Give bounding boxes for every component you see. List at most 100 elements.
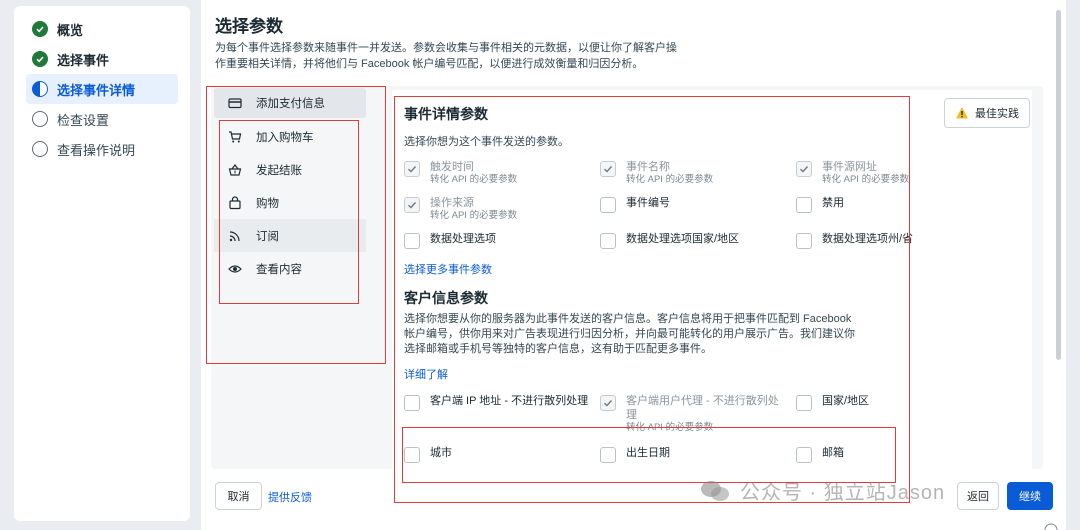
continue-button[interactable]: 继续 [1007,482,1053,510]
checkbox[interactable] [404,447,420,463]
param-event-id[interactable]: 事件编号 [600,196,796,222]
customer-info-description: 选择你想要从你的服务器为此事件发送的客户信息。客户信息将用于把事件匹配到 Fac… [404,313,855,355]
param-label: 国家/地区 [822,395,870,407]
event-label: 发起结账 [256,164,302,177]
watermark: 公众号 · 独立站Jason [700,476,945,505]
param-label: 数据处理选项州/省 [822,233,914,245]
param-birthdate[interactable]: 出生日期 [600,446,796,463]
checkbox[interactable] [600,233,616,249]
param-data-processing-state[interactable]: 数据处理选项州/省 [796,232,992,249]
event-item-purchase[interactable]: 购物 [214,186,366,219]
step-select-events[interactable]: 选择事件 [14,44,190,74]
event-params-row-3: 数据处理选项 数据处理选项国家/地区 数据处理选项州/省 [404,232,992,249]
param-client-ip[interactable]: 客户端 IP 地址 - 不进行散列处理 [404,394,600,434]
param-data-processing-country[interactable]: 数据处理选项国家/地区 [600,232,796,249]
event-details-title: 事件详情参数 [404,106,488,122]
param-required-note: 转化 API 的必要参数 [430,174,518,185]
event-details-description: 选择你想为这个事件发送的参数。 [404,136,569,148]
setup-stepper: 概览 选择事件 选择事件详情 检查设置 查看操作说明 [14,6,190,521]
customer-params-row-2: 城市 出生日期 邮箱 [404,446,992,463]
param-label: 数据处理选项国家/地区 [626,233,740,245]
param-opt-out[interactable]: 禁用 [796,196,992,222]
main-panel: 选择参数 为每个事件选择参数来随事件一并发送。参数会收集与事件相关的元数据，以便… [201,0,1066,530]
basket-icon [228,163,242,177]
cancel-button[interactable]: 取消 [215,482,262,510]
event-item-add-payment-info[interactable]: 添加支付信息 [214,88,366,118]
param-data-processing-options[interactable]: 数据处理选项 [404,232,600,249]
param-label: 客户端 IP 地址 - 不进行散列处理 [430,395,589,407]
checkbox[interactable] [404,233,420,249]
warning-icon [955,106,969,120]
eye-icon [228,262,242,276]
page-title: 选择参数 [215,17,283,36]
param-action-source[interactable]: 操作来源 转化 API 的必要参数 [404,196,600,222]
param-email[interactable]: 邮箱 [796,446,992,463]
checkbox[interactable] [796,447,812,463]
rss-icon [228,229,242,243]
checkbox-checked[interactable] [404,161,420,177]
checkbox-checked[interactable] [600,395,616,411]
checkbox[interactable] [600,447,616,463]
content-area: 添加支付信息 加入购物车 发起结账 购物 订阅 查看内容 事件详情参数 选择你想… [211,86,1043,469]
globe-icon [1044,520,1058,530]
customer-params-row-1: 客户端 IP 地址 - 不进行散列处理 客户端用户代理 - 不进行散列处理 转化 … [404,394,992,434]
checkbox[interactable] [600,197,616,213]
event-params-row-1: 触发时间 转化 API 的必要参数 事件名称 转化 API 的必要参数 事件源网址转… [404,160,992,186]
credit-card-icon [228,96,242,110]
step-label: 查看操作说明 [57,142,136,158]
param-label: 事件名称 [626,161,670,173]
back-button[interactable]: 返回 [957,482,999,510]
step-review-settings[interactable]: 检查设置 [14,104,190,134]
param-label: 数据处理选项 [430,233,496,245]
event-item-subscribe[interactable]: 订阅 [214,219,366,252]
param-city[interactable]: 城市 [404,446,600,463]
event-label: 购物 [256,197,279,210]
wechat-icon [700,479,730,503]
checkbox[interactable] [796,395,812,411]
event-item-add-to-cart[interactable]: 加入购物车 [214,120,366,153]
customer-info-title: 客户信息参数 [404,290,488,306]
param-event-name[interactable]: 事件名称 转化 API 的必要参数 [600,160,796,186]
event-label: 加入购物车 [256,131,314,144]
param-client-user-agent[interactable]: 客户端用户代理 - 不进行散列处理 转化 API 的必要参数 [600,394,796,434]
checkbox-checked[interactable] [600,161,616,177]
param-label: 邮箱 [822,447,844,459]
param-required-note: 转化 API 的必要参数 [822,174,910,185]
shopping-bag-icon [228,195,242,210]
event-item-view-content[interactable]: 查看内容 [214,252,366,285]
feedback-link[interactable]: 提供反馈 [268,489,312,505]
param-label: 操作来源 [430,197,474,209]
more-event-params-link[interactable]: 选择更多事件参数 [404,261,492,277]
step-overview[interactable]: 概览 [14,14,190,44]
checkbox[interactable] [796,233,812,249]
empty-circle-icon [32,141,48,157]
checkbox[interactable] [404,395,420,411]
best-practices-button[interactable]: 最佳实践 [944,98,1030,128]
param-event-source-url[interactable]: 事件源网址 转化 API 的必要参数 [796,160,992,186]
event-label: 添加支付信息 [256,98,325,110]
checkbox-checked[interactable] [404,197,420,213]
step-label: 检查设置 [57,112,110,128]
param-required-note: 转化 API 的必要参数 [626,174,714,185]
param-required-note: 转化 API 的必要参数 [430,210,518,221]
learn-more-link[interactable]: 详细了解 [404,366,448,382]
param-label: 客户端用户代理 - 不进行散列处理 [626,395,779,421]
param-trigger-time[interactable]: 触发时间 转化 API 的必要参数 [404,160,600,186]
checkbox-checked[interactable] [796,161,812,177]
checkbox[interactable] [796,197,812,213]
scrollbar[interactable] [1056,10,1061,360]
param-country[interactable]: 国家/地区 [796,394,992,434]
param-label: 触发时间 [430,161,474,173]
param-label: 事件源网址 [822,161,877,173]
event-item-initiate-checkout[interactable]: 发起结账 [214,153,366,186]
step-view-instructions[interactable]: 查看操作说明 [14,134,190,164]
best-practices-label: 最佳实践 [975,108,1019,120]
event-label: 订阅 [256,230,279,243]
check-circle-icon [32,51,48,67]
step-event-details[interactable]: 选择事件详情 [26,74,178,104]
param-required-note: 转化 API 的必要参数 [626,422,714,433]
event-list: 添加支付信息 加入购物车 发起结账 购物 订阅 查看内容 [214,88,366,285]
event-params-row-2: 操作来源 转化 API 的必要参数 事件编号 禁用 [404,196,992,222]
param-label: 禁用 [822,197,844,209]
param-label: 城市 [430,447,452,459]
